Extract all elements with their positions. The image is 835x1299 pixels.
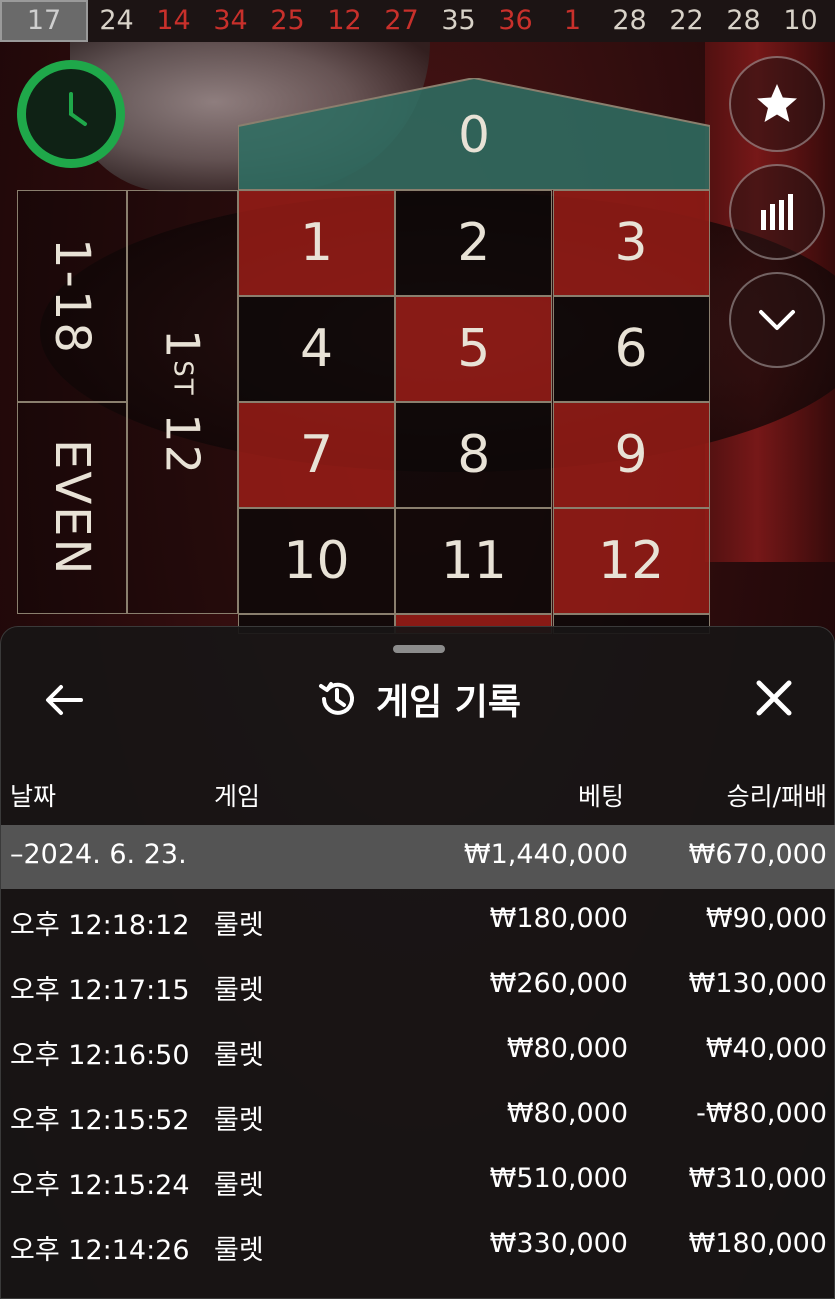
summary-winloss: ₩670,000 — [688, 839, 827, 870]
column-bet: 베팅 — [577, 782, 624, 811]
column-winloss: 승리/패배 — [726, 782, 827, 811]
bet-number-11[interactable]: 11 — [395, 508, 553, 614]
bet-number-12[interactable]: 12 — [552, 508, 710, 614]
favorite-button[interactable] — [729, 56, 825, 152]
recent-result: 36 — [498, 5, 533, 36]
row-game: 룰렛 — [214, 1040, 264, 1071]
zero-label: 0 — [458, 106, 490, 164]
row-bet: ₩510,000 — [489, 1163, 628, 1194]
timer-clock-icon — [17, 60, 125, 168]
bet-number-5[interactable]: 5 — [395, 296, 553, 402]
bet-number-9[interactable]: 9 — [552, 402, 710, 508]
recent-result: 1 — [563, 5, 582, 36]
bet-1st-dozen-label: 1ST 12 — [155, 328, 210, 476]
row-time: 오후 12:15:24 — [10, 1170, 190, 1201]
row-winloss: -₩80,000 — [696, 1098, 827, 1129]
collapse-button[interactable] — [729, 272, 825, 368]
row-game: 룰렛 — [214, 1105, 264, 1136]
recent-result: 10 — [783, 5, 818, 36]
recent-result: 35 — [441, 5, 476, 36]
close-icon — [756, 680, 792, 716]
bet-1-18-label: 1-18 — [44, 237, 100, 355]
recent-result: 25 — [270, 5, 305, 36]
row-time: 오후 12:18:12 — [10, 910, 190, 941]
recent-result: 12 — [327, 5, 362, 36]
stats-icon — [761, 194, 793, 230]
bet-number-6[interactable]: 6 — [552, 296, 710, 402]
drag-handle[interactable] — [393, 645, 445, 653]
row-game: 룰렛 — [214, 910, 264, 941]
row-game: 룰렛 — [214, 975, 264, 1006]
history-row[interactable]: 오후 12:14:26 룰렛 ₩330,000 ₩180,000 — [1, 1214, 835, 1278]
history-row[interactable]: 오후 12:18:12 룰렛 ₩180,000 ₩90,000 — [1, 889, 835, 953]
row-time: 오후 12:14:26 — [10, 1235, 190, 1266]
game-history-panel: 게임 기록 날짜 게임 베팅 승리/패배 –2024. 6. 23. ₩1,44… — [0, 626, 835, 1299]
row-winloss: ₩90,000 — [705, 903, 827, 934]
recent-result: 28 — [612, 5, 647, 36]
summary-bet: ₩1,440,000 — [463, 839, 628, 870]
row-game: 룰렛 — [214, 1170, 264, 1201]
statistics-button[interactable] — [729, 164, 825, 260]
bet-even[interactable]: EVEN — [17, 402, 127, 614]
history-row[interactable]: 오후 12:15:24 룰렛 ₩510,000 ₩310,000 — [1, 1149, 835, 1213]
bet-even-label: EVEN — [44, 439, 100, 577]
row-bet: ₩80,000 — [506, 1033, 628, 1064]
bet-number-3[interactable]: 3 — [552, 190, 710, 296]
bet-number-7[interactable]: 7 — [238, 402, 395, 508]
bet-1-18[interactable]: 1-18 — [17, 190, 127, 402]
row-time: 오후 12:16:50 — [10, 1040, 190, 1071]
recent-result: 28 — [726, 5, 761, 36]
row-time: 오후 12:15:52 — [10, 1105, 190, 1136]
recent-result: 22 — [669, 5, 704, 36]
recent-result: 27 — [384, 5, 419, 36]
row-bet: ₩330,000 — [489, 1228, 628, 1259]
column-game: 게임 — [214, 782, 261, 811]
bet-1st-dozen[interactable]: 1ST 12 — [127, 190, 238, 614]
bet-number-4[interactable]: 4 — [238, 296, 395, 402]
history-row[interactable]: 오후 12:17:15 룰렛 ₩260,000 ₩130,000 — [1, 954, 835, 1018]
table-header: 날짜 게임 베팅 승리/패배 — [1, 777, 835, 817]
close-button[interactable] — [751, 675, 797, 721]
history-row[interactable]: 오후 12:15:52 룰렛 ₩80,000 -₩80,000 — [1, 1084, 835, 1148]
row-game: 룰렛 — [214, 1235, 264, 1266]
history-icon — [318, 682, 354, 715]
date-summary-row[interactable]: –2024. 6. 23. ₩1,440,000 ₩670,000 — [1, 825, 835, 889]
row-winloss: ₩180,000 — [688, 1228, 827, 1259]
recent-results-strip: 17 24 14 34 25 12 27 35 36 1 28 22 28 10 — [0, 0, 835, 43]
panel-header: 게임 기록 — [1, 671, 835, 727]
star-icon — [757, 84, 797, 122]
row-bet: ₩260,000 — [489, 968, 628, 999]
history-row[interactable]: 오후 12:16:50 룰렛 ₩80,000 ₩40,000 — [1, 1019, 835, 1083]
panel-title: 게임 기록 — [375, 682, 521, 723]
bet-zero[interactable]: 0 — [238, 78, 710, 190]
row-winloss: ₩310,000 — [688, 1163, 827, 1194]
recent-result: 24 — [99, 5, 134, 36]
chevron-down-icon — [759, 310, 795, 330]
recent-result: 34 — [213, 5, 248, 36]
row-winloss: ₩130,000 — [688, 968, 827, 999]
recent-result: 17 — [0, 0, 88, 42]
column-date: 날짜 — [10, 782, 57, 811]
row-time: 오후 12:17:15 — [10, 975, 190, 1006]
bet-number-2[interactable]: 2 — [395, 190, 553, 296]
bet-number-1[interactable]: 1 — [238, 190, 395, 296]
summary-date: –2024. 6. 23. — [10, 839, 187, 870]
row-winloss: ₩40,000 — [705, 1033, 827, 1064]
recent-result: 14 — [156, 5, 191, 36]
row-bet: ₩180,000 — [489, 903, 628, 934]
bet-number-8[interactable]: 8 — [395, 402, 553, 508]
bet-number-10[interactable]: 10 — [238, 508, 395, 614]
row-bet: ₩80,000 — [506, 1098, 628, 1129]
